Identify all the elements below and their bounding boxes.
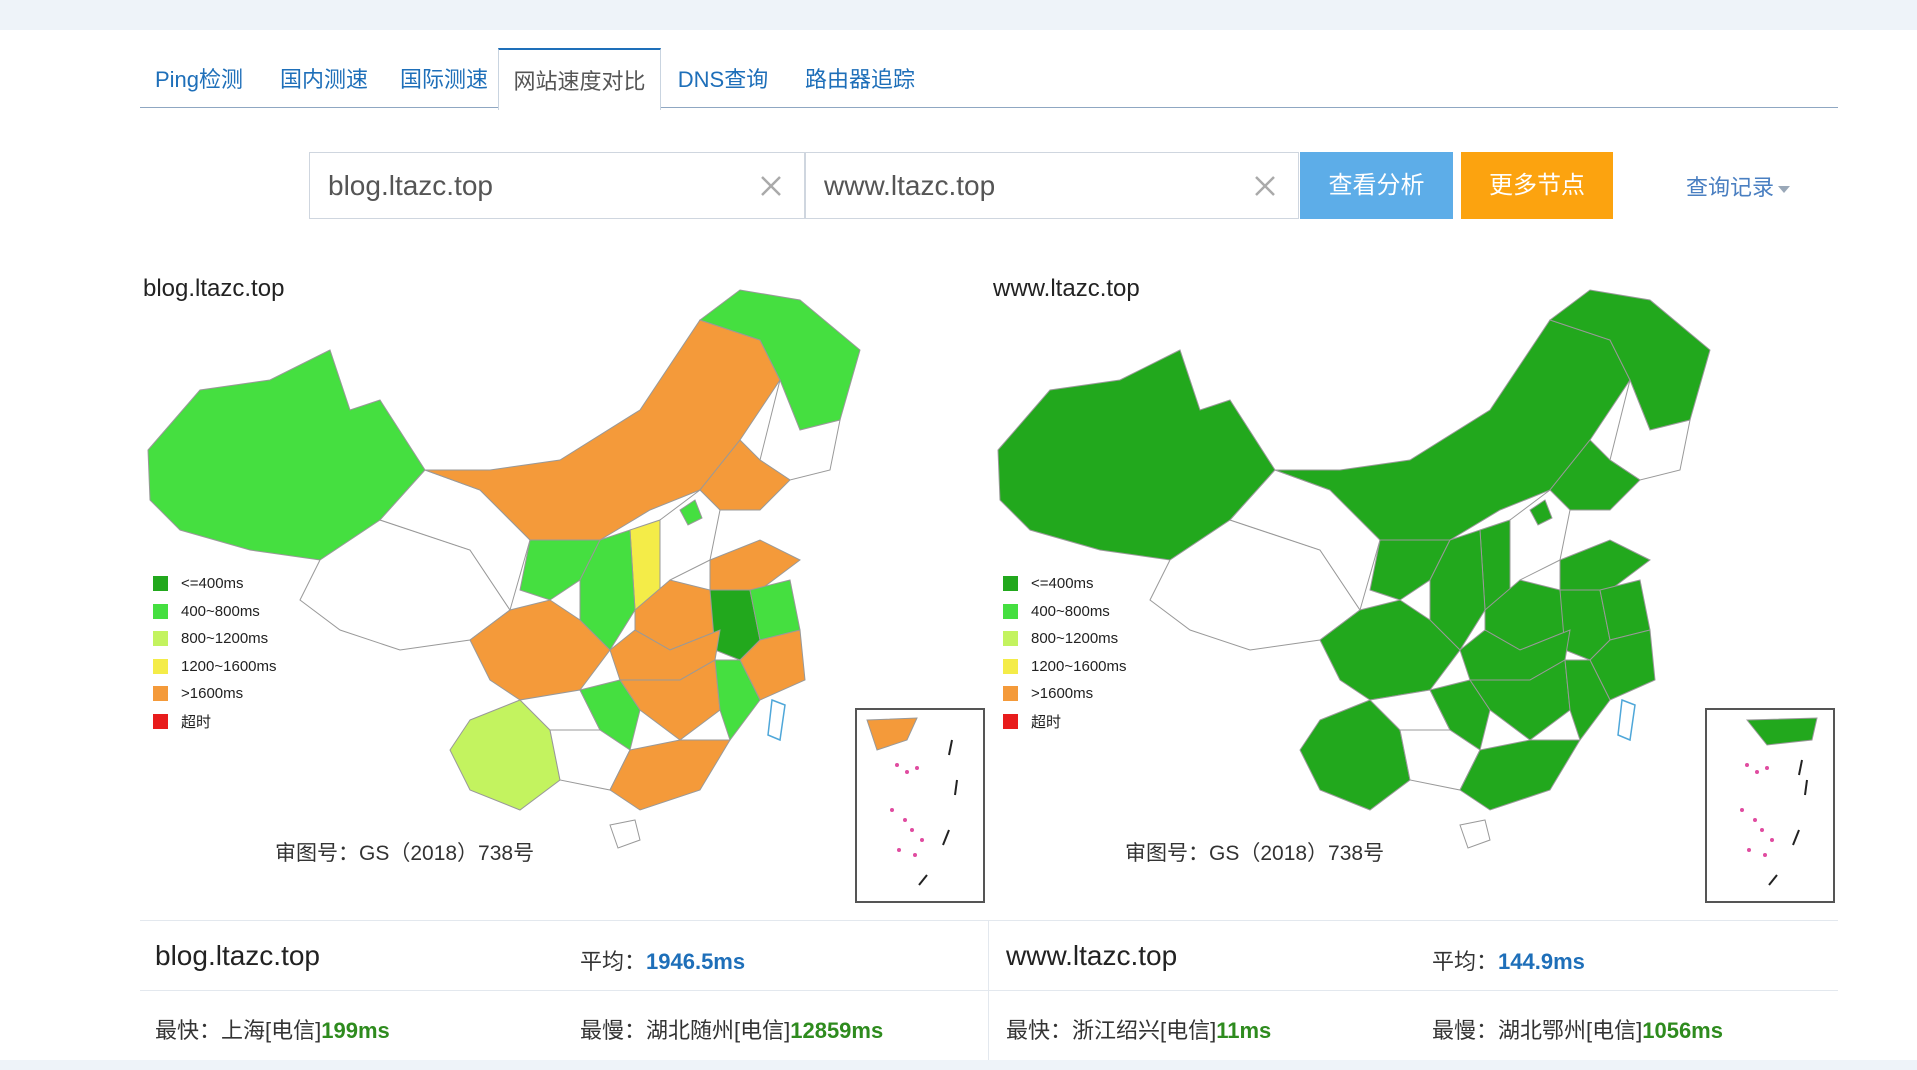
result-slowest-1: 最慢：湖北随州[电信]12859ms: [580, 1013, 883, 1045]
domain-input-1[interactable]: [328, 169, 728, 203]
legend-2: <=400ms 400~800ms 800~1200ms 1200~1600ms…: [1003, 570, 1127, 735]
slowest-value: 1056ms: [1642, 1018, 1723, 1043]
result-slowest-2: 最慢：湖北鄂州[电信]1056ms: [1432, 1013, 1723, 1045]
average-value: 144.9ms: [1498, 949, 1585, 974]
legend-item: 超时: [1003, 708, 1127, 736]
bottom-strip: [0, 1060, 1917, 1070]
south-china-sea-inset-1: [855, 708, 985, 903]
tab-traceroute[interactable]: 路由器追踪: [792, 48, 928, 109]
domain-field-1: [309, 152, 805, 219]
legend-item: 400~800ms: [153, 598, 277, 626]
slowest-value: 12859ms: [790, 1018, 884, 1043]
result-domain-1: blog.ltazc.top: [155, 940, 320, 971]
slowest-label: 最慢：湖北随州[电信]: [580, 1018, 791, 1043]
tab-international-speed[interactable]: 国际测速: [388, 48, 500, 109]
tab-bar: Ping检测 国内测速 国际测速 网站速度对比 DNS查询 路由器追踪: [140, 48, 1838, 110]
legend-item: 400~800ms: [1003, 598, 1127, 626]
divider: [140, 990, 1838, 991]
south-china-sea-inset-2: [1705, 708, 1835, 903]
query-history-dropdown[interactable]: 查询记录: [1686, 170, 1791, 202]
slowest-label: 最慢：湖北鄂州[电信]: [1432, 1018, 1643, 1043]
legend-item: >1600ms: [153, 680, 277, 708]
domain-field-2: [805, 152, 1299, 219]
top-strip: [0, 0, 1917, 30]
tab-site-speed-compare[interactable]: 网站速度对比: [498, 48, 661, 110]
result-average-1: 平均：1946.5ms: [580, 944, 745, 976]
map-approval-number-2: 审图号：GS（2018）738号: [1125, 842, 1385, 865]
legend-1: <=400ms 400~800ms 800~1200ms 1200~1600ms…: [153, 570, 277, 735]
query-history-label: 查询记录: [1686, 175, 1775, 200]
tab-ping[interactable]: Ping检测: [140, 48, 258, 109]
region-taiwan: [767, 698, 786, 742]
legend-item: 1200~1600ms: [1003, 653, 1127, 681]
legend-item: 800~1200ms: [153, 625, 277, 653]
fastest-label: 最快：上海[电信]: [155, 1018, 322, 1043]
map-approval-number-1: 审图号：GS（2018）738号: [275, 842, 535, 865]
divider: [988, 920, 989, 1060]
more-nodes-button[interactable]: 更多节点: [1461, 152, 1613, 219]
result-average-2: 平均：144.9ms: [1432, 944, 1585, 976]
domain-input-2[interactable]: [824, 169, 1224, 203]
legend-item: 800~1200ms: [1003, 625, 1127, 653]
average-label: 平均：: [580, 949, 647, 974]
result-domain-2: www.ltazc.top: [1006, 940, 1178, 971]
south-china-sea-map-2: [1740, 717, 1818, 886]
legend-item: <=400ms: [1003, 570, 1127, 598]
fastest-label: 最快：浙江绍兴[电信]: [1006, 1018, 1217, 1043]
tab-dns-lookup[interactable]: DNS查询: [666, 48, 780, 109]
average-value: 1946.5ms: [646, 949, 746, 974]
south-china-sea-map-1: [866, 717, 958, 886]
clear-icon[interactable]: [756, 171, 786, 201]
region-hainan: [1459, 819, 1491, 849]
fastest-value: 11ms: [1216, 1018, 1272, 1043]
divider: [140, 920, 1838, 921]
fastest-value: 199ms: [321, 1018, 390, 1043]
caret-down-icon: [1778, 185, 1791, 193]
results-table: blog.ltazc.top 平均：1946.5ms 最快：上海[电信]199m…: [140, 920, 1838, 1060]
legend-item: <=400ms: [153, 570, 277, 598]
analyze-button[interactable]: 查看分析: [1300, 152, 1453, 219]
result-fastest-2: 最快：浙江绍兴[电信]11ms: [1006, 1013, 1271, 1045]
tab-domestic-speed[interactable]: 国内测速: [268, 48, 380, 109]
region-taiwan: [1617, 698, 1636, 742]
clear-icon[interactable]: [1250, 171, 1280, 201]
average-label: 平均：: [1432, 949, 1499, 974]
legend-item: 1200~1600ms: [153, 653, 277, 681]
legend-item: 超时: [153, 708, 277, 736]
result-fastest-1: 最快：上海[电信]199ms: [155, 1013, 390, 1045]
region-hainan: [609, 819, 641, 849]
legend-item: >1600ms: [1003, 680, 1127, 708]
